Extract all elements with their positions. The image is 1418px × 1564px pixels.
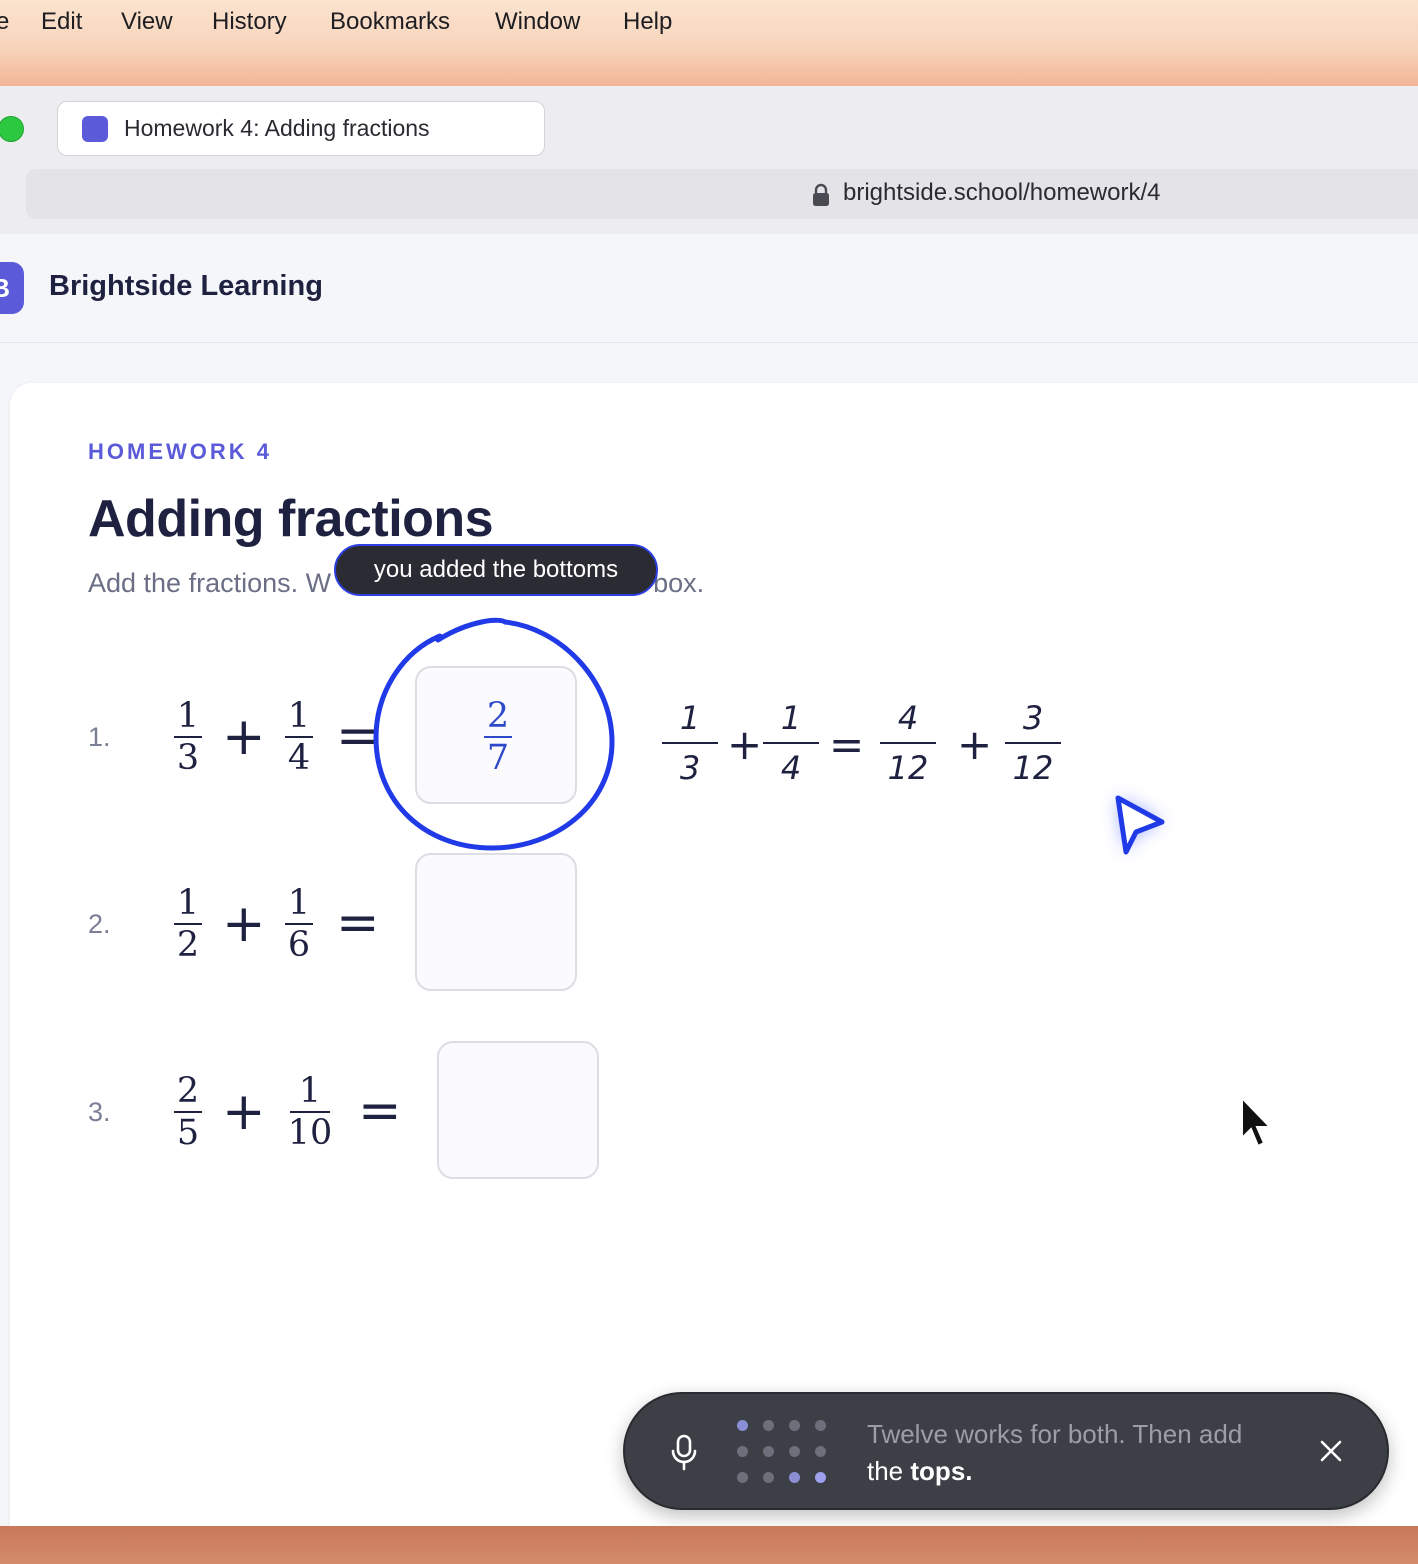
denominator: 5 [176,1113,200,1153]
fraction: 14 [279,696,319,778]
fraction: 25 [168,1071,208,1153]
numerator: 1 [176,883,200,923]
hand-numerator: 4 [897,699,919,737]
site-logo[interactable]: B [0,262,24,314]
answer-numerator: 2 [486,696,510,736]
fraction: 16 [279,883,319,965]
hand-plus: + [727,720,763,769]
menu-view[interactable]: View [121,8,173,36]
denominator: 4 [287,738,311,778]
equals-sign: = [336,706,380,766]
menu-file[interactable]: e [0,8,9,36]
numerator: 1 [298,1071,322,1111]
menu-bookmarks[interactable]: Bookmarks [330,8,450,36]
microphone-icon[interactable] [669,1434,699,1472]
voice-assistant-bar: Twelve works for both. Then add the tops… [623,1392,1389,1510]
plus-sign: + [222,1082,266,1142]
homework-card: HOMEWORK 4 Adding fractions Add the frac… [10,383,1418,1526]
hand-plus: + [957,720,993,769]
favicon-icon [82,116,108,142]
hand-fraction: 14 [761,698,821,788]
transcript-prefix: the [867,1456,904,1486]
hand-numerator: 3 [1022,699,1044,737]
desktop-background [0,1526,1418,1564]
plus-sign: + [222,894,266,954]
numerator: 1 [287,696,311,736]
instructions-visible-start: Add the fractions. W [88,568,332,598]
browser-tab[interactable]: Homework 4: Adding fractions [57,101,545,156]
window-zoom-button[interactable] [0,116,24,142]
menu-bar: e Edit View History Bookmarks Window Hel… [0,0,1418,86]
transcript-highlight: tops. [910,1456,973,1486]
hand-fraction: 4 12 [878,698,938,788]
answer-box-1[interactable]: 27 [415,666,577,804]
hand-numerator: 1 [780,699,802,737]
tab-title: Homework 4: Adding fractions [124,115,430,141]
voice-transcript: Twelve works for both. Then add the tops… [867,1416,1297,1490]
instructions-visible-end: box. [653,568,705,598]
voice-activity-dots [737,1420,837,1486]
hand-fraction: 3 12 [1003,698,1063,788]
fraction: 13 [168,696,208,778]
hand-fraction: 13 [660,698,720,788]
answer-box-3[interactable] [437,1041,599,1179]
denominator: 2 [176,925,200,965]
question-number: 3. [88,1097,111,1127]
fraction: 12 [168,883,208,965]
transcript-muted: Twelve works for both. Then add [867,1419,1243,1449]
equals-sign: = [336,893,380,953]
numerator: 2 [176,1071,200,1111]
answer-denominator: 7 [486,738,510,778]
answer-fraction: 27 [478,696,518,778]
url-text: brightside.school/homework/4 [843,179,1161,206]
browser-window: Homework 4: Adding fractions brightside.… [0,86,1418,1526]
feedback-tooltip: you added the bottoms [334,544,658,596]
equals-sign: = [358,1081,402,1141]
close-icon[interactable] [1319,1439,1343,1463]
answer-box-2[interactable] [415,853,577,991]
question-number: 2. [88,909,111,939]
hand-denominator: 12 [887,749,929,787]
hand-equals: = [829,720,865,769]
lock-icon [813,183,829,206]
menu-edit[interactable]: Edit [41,8,82,36]
question-number: 1. [88,722,111,752]
hand-denominator: 12 [1012,749,1054,787]
numerator: 1 [287,883,311,923]
hand-denominator: 4 [780,749,802,787]
denominator: 10 [287,1113,333,1153]
hand-numerator: 1 [679,699,701,737]
menu-help[interactable]: Help [623,8,672,36]
tab-strip: Homework 4: Adding fractions brightside.… [0,86,1418,235]
hand-denominator: 3 [679,749,701,787]
denominator: 3 [176,738,200,778]
fraction: 1 10 [284,1071,336,1153]
homework-eyebrow: HOMEWORK 4 [88,439,272,464]
numerator: 1 [176,696,200,736]
menu-window[interactable]: Window [495,8,580,36]
site-header: B Brightside Learning [0,234,1418,343]
site-name[interactable]: Brightside Learning [49,270,323,303]
address-bar[interactable]: brightside.school/homework/4 [26,169,1418,219]
page-title: Adding fractions [88,490,494,548]
menu-history[interactable]: History [212,8,287,36]
denominator: 6 [287,925,311,965]
plus-sign: + [222,707,266,767]
